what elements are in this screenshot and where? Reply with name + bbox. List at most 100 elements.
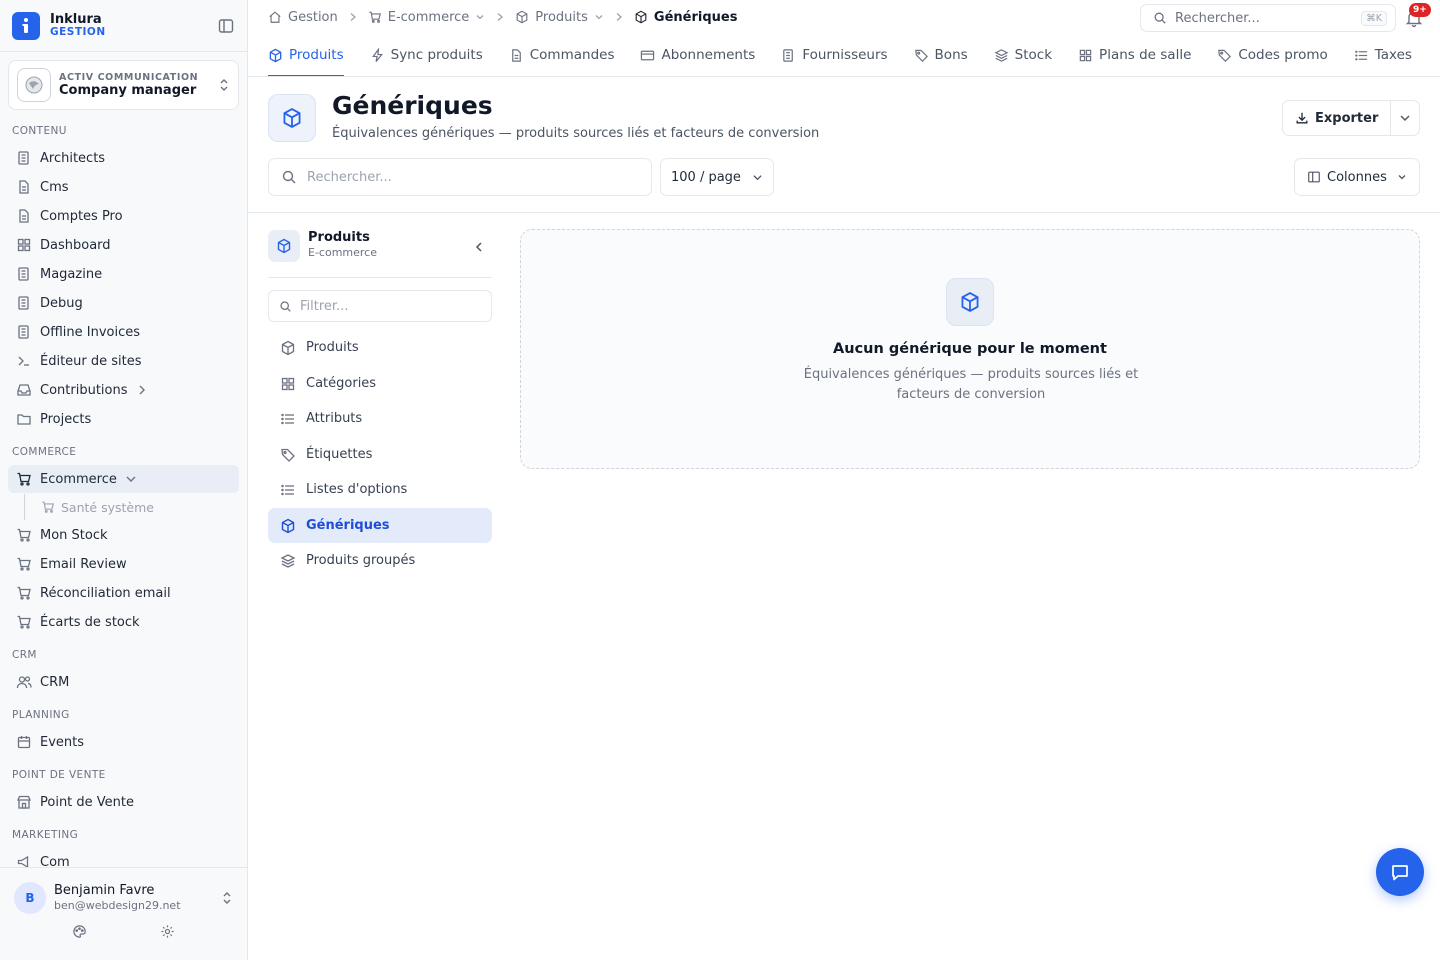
gear-icon[interactable] xyxy=(160,924,175,939)
sidebar-item-contributions[interactable]: Contributions xyxy=(8,376,239,404)
nav-section-planning: PLANNING xyxy=(12,709,70,721)
company-switcher[interactable]: ACTIV COMMUNICATION Company manager xyxy=(8,60,239,110)
nav-section-contenu: CONTENU xyxy=(12,125,67,137)
palette-icon[interactable] xyxy=(72,924,87,939)
sidebar-item-events[interactable]: Events xyxy=(8,728,239,756)
subnav-item-produits[interactable]: Produits xyxy=(268,330,492,365)
chevron-right-icon xyxy=(495,12,505,22)
cube-icon xyxy=(268,94,316,142)
company-logo-icon xyxy=(17,68,51,102)
subnav-item-generiques[interactable]: Génériques xyxy=(268,508,492,543)
subnav-item-attributs[interactable]: Attributs xyxy=(268,401,492,436)
folder-icon xyxy=(16,411,32,427)
brand-subtitle: GESTION xyxy=(50,25,106,38)
export-options-button[interactable] xyxy=(1391,101,1419,135)
breadcrumb-item-ecommerce[interactable]: E-commerce xyxy=(368,10,486,25)
breadcrumb-label: Gestion xyxy=(288,9,338,25)
chevron-down-icon xyxy=(475,12,485,22)
subnav-header: Produits E-commerce xyxy=(268,230,492,278)
search-icon xyxy=(281,169,297,185)
subnav-subtitle: E-commerce xyxy=(308,246,377,260)
subnav-item-label: Attributs xyxy=(306,411,363,426)
cart-icon xyxy=(16,585,32,601)
chat-button[interactable] xyxy=(1376,848,1424,896)
avatar: B xyxy=(14,882,46,914)
tab-fournisseurs[interactable]: Fournisseurs xyxy=(768,34,900,76)
subnav-item-label: Génériques xyxy=(306,518,390,533)
tab-sync-produits[interactable]: Sync produits xyxy=(357,34,496,76)
tab-stock[interactable]: Stock xyxy=(981,34,1065,76)
search-placeholder: Rechercher... xyxy=(1175,10,1260,26)
tab-taxes[interactable]: Taxes xyxy=(1341,34,1425,76)
sidebar-item-ecommerce[interactable]: Ecommerce xyxy=(8,465,239,493)
per-page-select[interactable]: 100 / page xyxy=(660,158,774,196)
chevron-right-icon xyxy=(614,12,624,22)
export-button[interactable]: Exporter xyxy=(1283,101,1392,135)
sidebar-item-dashboard[interactable]: Dashboard xyxy=(8,231,239,259)
sidebar: Inklura GESTION ACTIV COMMUNICATION Comp… xyxy=(0,0,248,960)
tab-abonnements[interactable]: Abonnements xyxy=(627,34,768,76)
sidebar-item-label: Dashboard xyxy=(40,237,111,253)
columns-button[interactable]: Colonnes xyxy=(1294,158,1420,196)
sidebar-item-label: Contributions xyxy=(40,382,128,398)
sidebar-item-label: Email Review xyxy=(40,556,127,572)
sidebar-item-architects[interactable]: Architects xyxy=(8,144,239,172)
tab-bons[interactable]: Bons xyxy=(901,34,981,76)
layers-icon xyxy=(280,553,296,569)
sidebar-item-projects[interactable]: Projects xyxy=(8,405,239,433)
cart-icon xyxy=(41,500,55,514)
sidebar-item-comptes-pro[interactable]: Comptes Pro xyxy=(8,202,239,230)
shortcut-hint: ⌘K xyxy=(1361,10,1387,26)
tab-commandes[interactable]: Commandes xyxy=(496,34,628,76)
sidebar-item-magazine[interactable]: Magazine xyxy=(8,260,239,288)
subnav-filter-input[interactable]: Filtrer... xyxy=(268,290,492,322)
sidebar-item-crm[interactable]: CRM xyxy=(8,668,239,696)
cart-icon xyxy=(16,527,32,543)
search-placeholder: Rechercher... xyxy=(307,169,392,185)
nav-section-commerce: COMMERCE xyxy=(12,446,77,458)
global-search-input[interactable]: Rechercher... ⌘K xyxy=(1140,4,1396,32)
calendar-icon xyxy=(16,734,32,750)
tab-produits[interactable]: Produits xyxy=(268,34,357,76)
user-menu[interactable]: B Benjamin Favre ben@webdesign29.net xyxy=(0,868,247,914)
module-tabs: Produits Sync produits Commandes Abonnem… xyxy=(248,34,1440,77)
chevron-down-icon xyxy=(1399,112,1411,124)
search-input[interactable]: Rechercher... xyxy=(268,158,652,196)
subnav-item-produits-groupes[interactable]: Produits groupés xyxy=(268,543,492,578)
cart-icon xyxy=(16,614,32,630)
page-subtitle: Équivalences génériques — produits sourc… xyxy=(332,126,820,141)
sidebar-subitem-sante-systeme[interactable]: Santé système xyxy=(24,494,239,520)
brand-logo-icon[interactable] xyxy=(12,11,40,40)
subnav-item-categories[interactable]: Catégories xyxy=(268,366,492,401)
sidebar-item-offline-invoices[interactable]: Offline Invoices xyxy=(8,318,239,346)
subnav-item-etiquettes[interactable]: Étiquettes xyxy=(268,437,492,472)
grid-icon xyxy=(1078,48,1093,63)
breadcrumb-item-produits[interactable]: Produits xyxy=(515,10,604,25)
building-icon xyxy=(781,48,796,63)
empty-state: Aucun générique pour le moment Équivalen… xyxy=(520,229,1420,469)
sidebar-item-email-review[interactable]: Email Review xyxy=(8,550,239,578)
sidebar-item-editeur-de-sites[interactable]: Éditeur de sites xyxy=(8,347,239,375)
sidebar-item-label: Mon Stock xyxy=(40,527,108,543)
tab-plans-de-salle[interactable]: Plans de salle xyxy=(1065,34,1204,76)
company-name: ACTIV COMMUNICATION xyxy=(59,71,199,83)
cube-icon xyxy=(280,340,296,356)
chevron-down-icon xyxy=(752,172,763,183)
tab-codes-promo[interactable]: Codes promo xyxy=(1204,34,1340,76)
sidebar-item-debug[interactable]: Debug xyxy=(8,289,239,317)
document-icon xyxy=(509,48,524,63)
breadcrumb-item-gestion[interactable]: Gestion xyxy=(268,10,338,25)
sidebar-item-reconciliation-email[interactable]: Réconciliation email xyxy=(8,579,239,607)
sidebar-item-point-de-vente[interactable]: Point de Vente xyxy=(8,788,239,816)
tab-label: Codes promo xyxy=(1238,47,1328,63)
sidebar-item-label: Comptes Pro xyxy=(40,208,123,224)
sidebar-item-ecarts-de-stock[interactable]: Écarts de stock xyxy=(8,608,239,636)
sidebar-toggle-icon[interactable] xyxy=(217,17,235,35)
subnav-item-listes-options[interactable]: Listes d'options xyxy=(268,472,492,507)
sidebar-item-mon-stock[interactable]: Mon Stock xyxy=(8,521,239,549)
chevron-right-icon xyxy=(348,12,358,22)
inbox-icon xyxy=(16,382,32,398)
chevron-left-icon[interactable] xyxy=(472,240,486,254)
per-page-value: 100 / page xyxy=(671,169,741,185)
sidebar-item-cms[interactable]: Cms xyxy=(8,173,239,201)
